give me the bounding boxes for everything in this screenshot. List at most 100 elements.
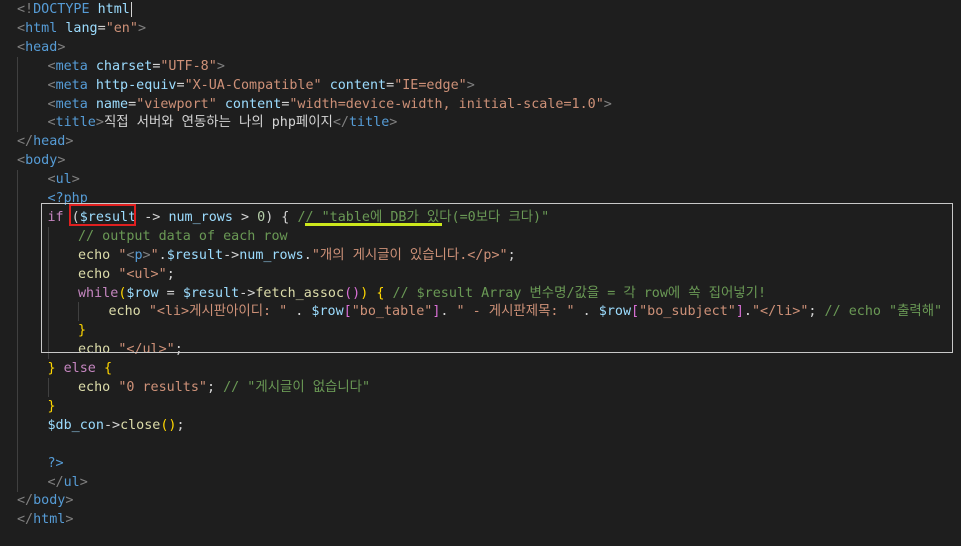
code-line[interactable]: </ul> xyxy=(0,472,961,492)
code-token: 직접 서버와 연동하는 나의 php페이지 xyxy=(103,115,333,131)
code-token: > xyxy=(65,512,74,528)
text-cursor xyxy=(130,1,132,17)
code-token: ; xyxy=(507,247,516,263)
indent-guide xyxy=(17,472,18,492)
code-token: = xyxy=(176,77,185,93)
indent-guide xyxy=(17,453,18,473)
code-token: > xyxy=(142,247,151,263)
indent-guide xyxy=(47,378,49,397)
code-token: . xyxy=(743,304,752,320)
code-line[interactable]: echo "<p>".$result->num_rows."개의 게시글이 있습… xyxy=(0,245,961,265)
code-token: } xyxy=(47,361,56,377)
indent-guide xyxy=(17,283,18,303)
code-token: meta xyxy=(55,58,88,74)
code-text: <meta name="viewport" content="width=dev… xyxy=(48,95,612,114)
code-line[interactable]: <!DOCTYPE html xyxy=(0,0,961,19)
indent-guide xyxy=(17,245,18,265)
code-text: <body> xyxy=(17,151,65,170)
code-token: > xyxy=(466,77,475,93)
indent-guide xyxy=(17,264,18,284)
code-line[interactable]: echo "</ul>"; xyxy=(0,340,961,360)
code-token: </ xyxy=(17,134,34,150)
code-line[interactable]: while($row = $result->fetch_assoc()) { /… xyxy=(0,283,961,303)
code-line[interactable]: $db_con->close(); xyxy=(0,415,961,435)
code-token: < xyxy=(47,58,56,74)
code-token: < xyxy=(17,20,26,36)
code-token: // $result Array 변수명/값을 = 각 row에 쏙 집어넣기! xyxy=(392,285,767,301)
code-line[interactable]: } xyxy=(0,321,961,341)
indent-guide xyxy=(17,396,18,416)
code-line[interactable]: <body> xyxy=(0,151,961,170)
code-editor[interactable]: <!DOCTYPE html <html lang="en"> <head> <met… xyxy=(0,0,961,546)
code-token: "UTF-8" xyxy=(160,58,217,74)
code-line[interactable]: echo "<ul>"; xyxy=(0,264,961,284)
code-token: meta xyxy=(55,96,88,112)
code-token: > xyxy=(65,134,74,150)
code-token: -> xyxy=(103,417,121,433)
code-token: meta xyxy=(55,77,88,93)
code-token: "bo_subject" xyxy=(639,304,736,320)
code-text: </body> xyxy=(17,491,73,510)
code-token: // "table에 DB가 있다(=0보다 크다)" xyxy=(297,209,550,225)
code-line[interactable]: echo "0 results"; // "게시글이 없습니다" xyxy=(0,378,961,397)
code-token: ul xyxy=(63,474,80,490)
indent-guide xyxy=(17,94,18,114)
code-token: ( xyxy=(63,209,80,225)
indent-guide xyxy=(17,321,18,341)
code-token: content xyxy=(224,96,282,112)
code-line[interactable]: </html> xyxy=(0,510,961,529)
code-line[interactable] xyxy=(0,434,961,454)
code-token: = xyxy=(128,96,137,112)
code-line[interactable]: <meta charset="UTF-8"> xyxy=(0,56,961,76)
code-token: $row xyxy=(311,304,344,320)
code-line[interactable]: <title>직접 서버와 연동하는 나의 php페이지</title> xyxy=(0,113,961,133)
code-text: <meta charset="UTF-8"> xyxy=(48,57,225,76)
code-token: > xyxy=(603,96,612,112)
code-token: "X-UA-Compatible" xyxy=(184,77,322,93)
code-line[interactable]: if ($result -> num_rows > 0) { // "table… xyxy=(0,207,961,227)
code-line[interactable]: <head> xyxy=(0,38,961,57)
code-token: fetch_assoc xyxy=(255,285,345,301)
code-line[interactable]: echo "<li>게시판아이디: " . $row["bo_table"]. … xyxy=(0,302,961,322)
code-line[interactable]: // output data of each row xyxy=(0,226,961,246)
code-token: echo xyxy=(78,247,111,263)
code-line[interactable]: <meta name="viewport" content="width=dev… xyxy=(0,94,961,114)
code-line[interactable]: <html lang="en"> xyxy=(0,19,961,38)
code-line[interactable]: </body> xyxy=(0,491,961,510)
code-line[interactable]: ?> xyxy=(0,453,961,473)
code-line[interactable]: <?php xyxy=(0,189,961,208)
code-line[interactable]: } xyxy=(0,396,961,416)
code-token: echo xyxy=(78,342,111,358)
code-token: while xyxy=(78,285,119,301)
code-token: > xyxy=(57,153,66,169)
code-token: $result xyxy=(166,247,224,263)
code-token: "IE=edge" xyxy=(394,77,467,93)
code-line[interactable]: <meta http-equiv="X-UA-Compatible" conte… xyxy=(0,75,961,95)
indent-guide xyxy=(17,359,18,379)
code-token: p xyxy=(134,247,143,263)
code-text: echo "<p>".$result->num_rows."개의 게시글이 있습… xyxy=(78,246,516,265)
code-token: $row xyxy=(126,285,159,301)
code-token: "bo_table" xyxy=(351,304,433,320)
code-token: () xyxy=(160,417,177,433)
code-token: <?php xyxy=(47,191,88,206)
code-token: [ xyxy=(631,304,640,320)
code-token: </ xyxy=(17,512,34,528)
code-line[interactable]: <ul> xyxy=(0,170,961,190)
code-token: <! xyxy=(17,2,34,17)
indent-guide xyxy=(17,170,18,190)
code-token: charset xyxy=(95,58,153,74)
code-token: "en" xyxy=(105,20,138,36)
code-token: http-equiv xyxy=(95,77,177,93)
code-line[interactable]: } else { xyxy=(0,359,961,379)
code-token: // output data of each row xyxy=(78,228,288,244)
code-text: } xyxy=(48,397,56,416)
indent-guide xyxy=(17,415,18,435)
code-text: <!DOCTYPE html xyxy=(17,0,132,19)
code-token: title xyxy=(348,115,390,131)
code-line[interactable]: </head> xyxy=(0,132,961,151)
